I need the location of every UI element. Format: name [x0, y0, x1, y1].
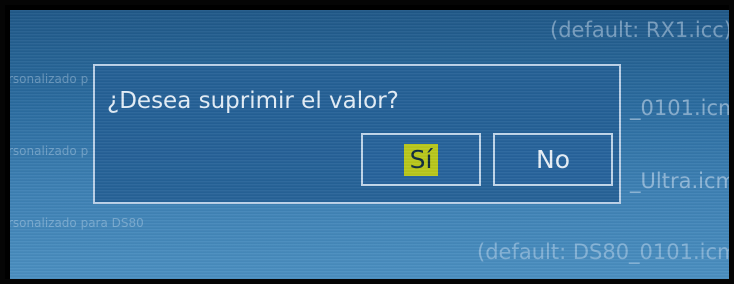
dialog-message: ¿Desea suprimir el valor?	[107, 88, 399, 114]
custom-label-3: rsonalizado para DS80	[10, 216, 144, 230]
default-profile-bottom-label: (default: DS80_0101.icm	[477, 240, 734, 264]
no-button-label: No	[536, 145, 570, 174]
default-profile-label: (default: RX1.icc)	[550, 18, 732, 42]
no-button[interactable]: No	[493, 133, 613, 186]
monitor-frame: (default: RX1.icc) rsonalizado p rsonali…	[0, 0, 734, 284]
icm-profile-1: _0101.icm)	[630, 96, 729, 120]
yes-button[interactable]: Sí	[361, 133, 481, 186]
screen: (default: RX1.icc) rsonalizado p rsonali…	[10, 10, 734, 279]
custom-label-1: rsonalizado p	[10, 72, 89, 86]
icm-profile-2: _Ultra.icm	[630, 169, 734, 193]
custom-label-2: rsonalizado p	[10, 144, 89, 158]
confirm-delete-dialog: ¿Desea suprimir el valor? Sí No	[93, 64, 621, 204]
yes-button-label: Sí	[403, 143, 439, 176]
